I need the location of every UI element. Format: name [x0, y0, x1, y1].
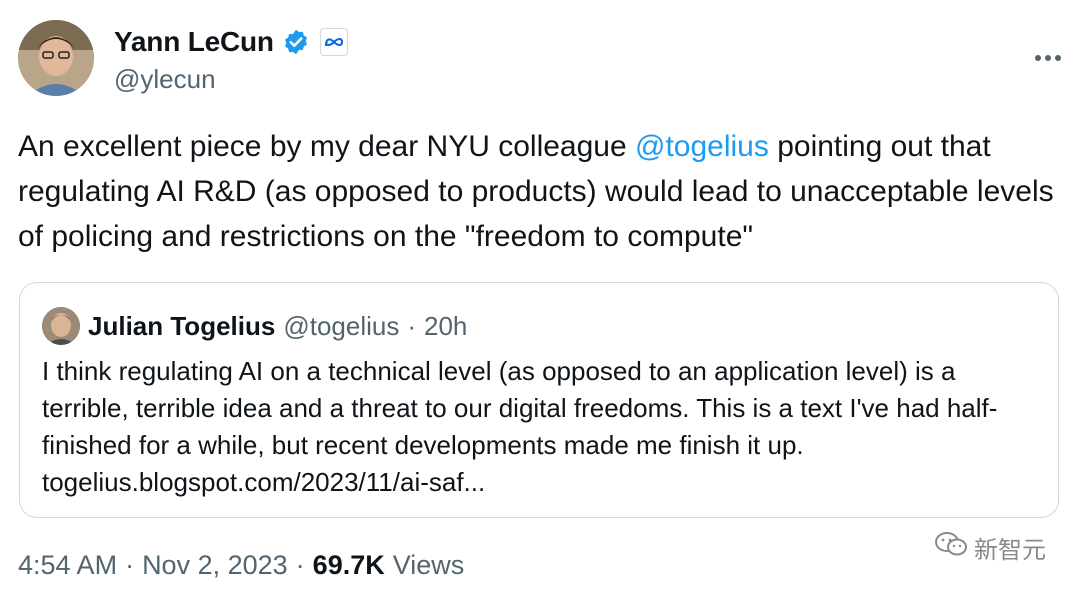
quoted-separator: · — [407, 310, 417, 341]
quoted-tweet-card[interactable]: Julian Togelius @togelius · 20h I think … — [19, 282, 1059, 518]
views-count: 69.7K — [312, 550, 385, 580]
tweet-text-before: An excellent piece by my dear NYU collea… — [18, 130, 635, 163]
quoted-timestamp[interactable]: 20h — [424, 311, 467, 342]
watermark-text: 新智元 — [974, 537, 1046, 564]
verified-badge-icon[interactable] — [282, 28, 310, 56]
tweet-time[interactable]: 4:54 AM — [18, 550, 117, 581]
author-handle[interactable]: @ylecun — [114, 64, 216, 95]
wechat-icon — [934, 530, 968, 565]
author-name-row: Yann LeCun — [114, 26, 348, 58]
tweet-footer: 4:54 AM · Nov 2, 2023 · 69.7K Views — [18, 550, 464, 581]
views-label: Views — [392, 550, 465, 580]
footer-separator: · — [295, 550, 305, 580]
author-display-name[interactable]: Yann LeCun — [114, 26, 274, 58]
quoted-author-handle[interactable]: @togelius — [283, 311, 399, 342]
tweet-mention-link[interactable]: @togelius — [635, 130, 769, 163]
watermark: 新智元 — [934, 530, 1046, 565]
more-options-icon[interactable] — [1034, 38, 1062, 69]
quoted-tweet-header: Julian Togelius @togelius · 20h — [42, 307, 467, 345]
author-avatar[interactable] — [18, 20, 94, 96]
tweet-text: An excellent piece by my dear NYU collea… — [18, 124, 1068, 259]
quoted-tweet-text: I think regulating AI on a technical lev… — [42, 356, 998, 497]
quoted-author-display-name[interactable]: Julian Togelius — [88, 311, 275, 342]
footer-separator: · — [125, 550, 135, 580]
quoted-author-avatar[interactable] — [42, 307, 80, 345]
tweet-header: Yann LeCun @ylecun — [18, 20, 1068, 100]
meta-logo-icon[interactable] — [319, 28, 348, 56]
tweet-date[interactable]: Nov 2, 2023 — [142, 550, 288, 581]
